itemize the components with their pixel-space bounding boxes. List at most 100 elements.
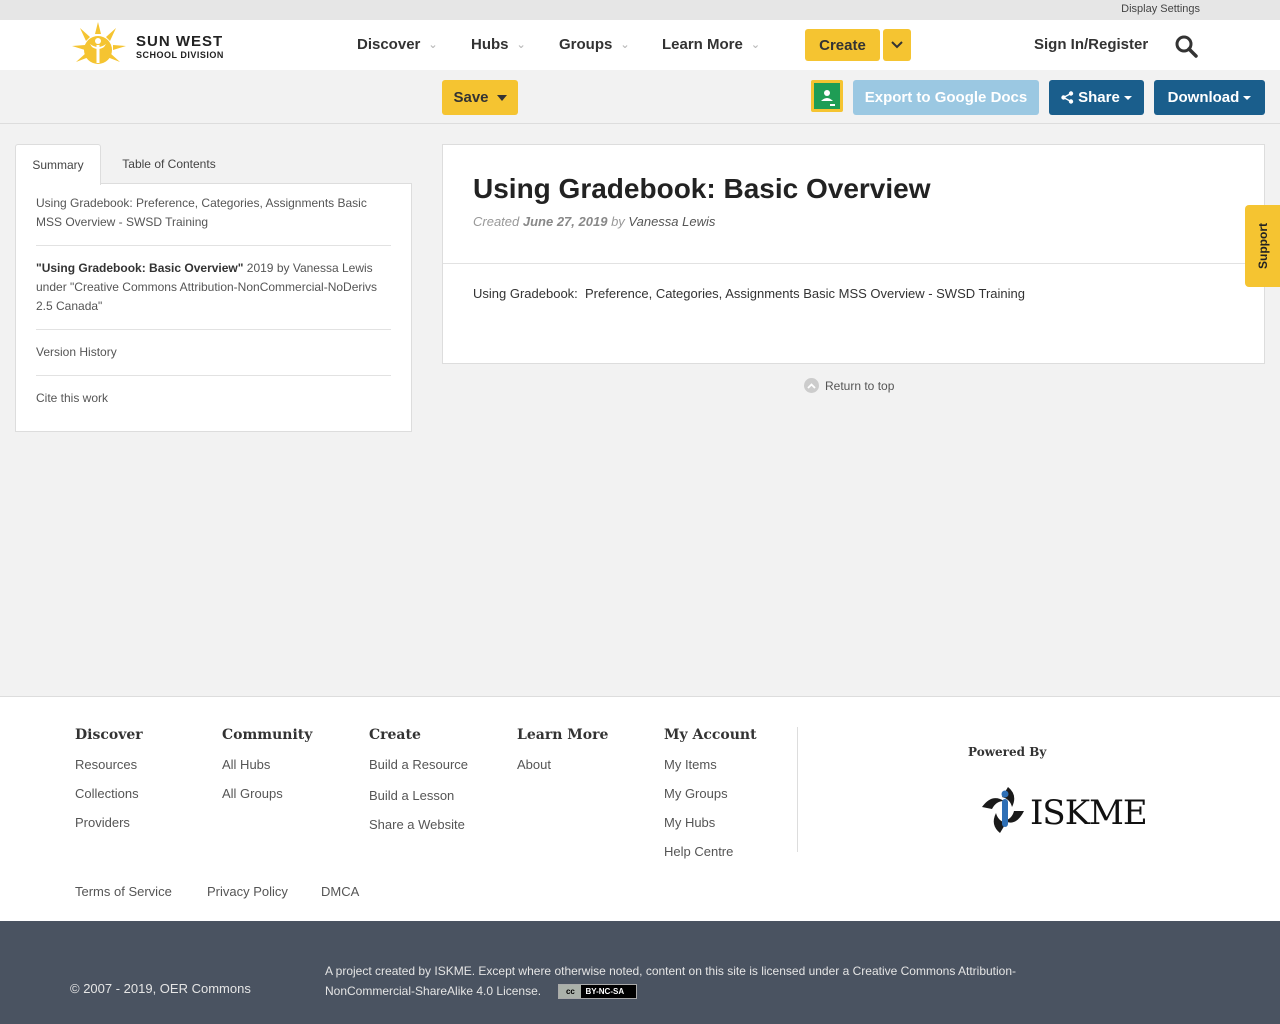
footer-link-help-centre[interactable]: Help Centre bbox=[664, 844, 757, 873]
support-label: Support bbox=[1255, 223, 1270, 269]
powered-by-label: Powered By bbox=[968, 745, 1047, 759]
dmca-link[interactable]: DMCA bbox=[321, 884, 359, 899]
nav-hubs-label: Hubs bbox=[471, 36, 509, 53]
cc-badge-label: BY-NC-SA bbox=[585, 986, 625, 996]
cite-work-link[interactable]: Cite this work bbox=[36, 389, 391, 408]
nav-hubs[interactable]: Hubs ⌄ bbox=[471, 36, 526, 53]
save-label: Save bbox=[453, 89, 489, 106]
divider bbox=[36, 329, 391, 330]
resource-description: Using Gradebook: Preference, Categories,… bbox=[36, 196, 367, 229]
create-dropdown-button[interactable] bbox=[883, 29, 911, 61]
footer-col-learn-more: Learn More About bbox=[517, 727, 608, 786]
terms-of-service-link[interactable]: Terms of Service bbox=[75, 884, 172, 899]
footer-heading: Create bbox=[369, 727, 421, 743]
nav-groups-label: Groups bbox=[559, 36, 613, 53]
create-button[interactable]: Create bbox=[805, 29, 880, 61]
footer-link-build-lesson[interactable]: Build a Lesson bbox=[369, 788, 468, 817]
resource-toolbar: Save Export to Google Docs Share Downloa… bbox=[0, 70, 1280, 124]
nav-discover[interactable]: Discover ⌄ bbox=[357, 36, 438, 53]
license-text: A project created by ISKME. Except where… bbox=[325, 961, 1065, 1001]
site-header: SUN WEST SCHOOL DIVISION Discover ⌄ Hubs… bbox=[0, 20, 1280, 70]
privacy-policy-link[interactable]: Privacy Policy bbox=[207, 884, 288, 899]
export-google-docs-button[interactable]: Export to Google Docs bbox=[853, 80, 1039, 115]
footer-link-collections[interactable]: Collections bbox=[75, 786, 143, 815]
nav-learn-more-label: Learn More bbox=[662, 36, 743, 53]
footer-link-build-resource[interactable]: Build a Resource bbox=[369, 757, 468, 788]
footer-heading: My Account bbox=[664, 727, 757, 743]
footer-link-providers[interactable]: Providers bbox=[75, 815, 143, 844]
nav-groups[interactable]: Groups ⌄ bbox=[559, 36, 630, 53]
chevron-down-icon: ⌄ bbox=[516, 39, 526, 51]
share-button[interactable]: Share bbox=[1049, 80, 1144, 115]
created-meta: Created June 27, 2019 by Vanessa Lewis bbox=[473, 214, 715, 229]
footer-link-all-groups[interactable]: All Groups bbox=[222, 786, 312, 815]
share-icon bbox=[1061, 91, 1074, 104]
author-link[interactable]: Vanessa Lewis bbox=[628, 214, 715, 229]
divider bbox=[36, 375, 391, 376]
download-label: Download bbox=[1167, 89, 1240, 106]
footer-col-create: Create Build a Resource Build a Lesson S… bbox=[369, 727, 468, 846]
footer-link-my-items[interactable]: My Items bbox=[664, 757, 757, 786]
page-title: Using Gradebook: Basic Overview bbox=[473, 173, 931, 204]
footer-heading: Learn More bbox=[517, 727, 609, 743]
chevron-down-icon: ⌄ bbox=[428, 39, 438, 51]
footer-heading: Discover bbox=[75, 727, 143, 743]
google-classroom-button[interactable] bbox=[811, 80, 843, 112]
by-text: by bbox=[611, 214, 625, 229]
search-icon[interactable] bbox=[1174, 34, 1198, 58]
footer-divider bbox=[797, 727, 798, 852]
tab-summary[interactable]: Summary bbox=[15, 144, 101, 185]
attribution-text: "Using Gradebook: Basic Overview" 2019 b… bbox=[36, 259, 391, 316]
logo-subtitle: SCHOOL DIVISION bbox=[136, 50, 224, 60]
chevron-down-icon: ⌄ bbox=[620, 39, 630, 51]
caret-down-icon bbox=[496, 94, 507, 101]
tab-table-of-contents[interactable]: Table of Contents bbox=[109, 144, 229, 184]
bottom-bar: © 2007 - 2019, OER Commons A project cre… bbox=[0, 921, 1280, 1024]
footer-link-share-website[interactable]: Share a Website bbox=[369, 817, 468, 846]
footer-col-my-account: My Account My Items My Groups My Hubs He… bbox=[664, 727, 757, 873]
site-footer: Discover Resources Collections Providers… bbox=[0, 696, 1280, 921]
divider bbox=[36, 245, 391, 246]
display-settings-link[interactable]: Display Settings bbox=[1121, 3, 1200, 15]
sun-logo-icon bbox=[72, 22, 126, 64]
chevron-down-icon bbox=[891, 41, 903, 49]
nav-learn-more[interactable]: Learn More ⌄ bbox=[662, 36, 760, 53]
chevron-down-icon: ⌄ bbox=[750, 39, 761, 51]
save-button[interactable]: Save bbox=[442, 80, 518, 115]
iskme-logo[interactable]: ISKME bbox=[978, 781, 1153, 843]
summary-panel: Using Gradebook: Preference, Categories,… bbox=[15, 183, 412, 432]
resource-card: Using Gradebook: Basic Overview Created … bbox=[442, 144, 1265, 364]
resource-summary: Using Gradebook: Preference, Categories,… bbox=[473, 286, 1025, 301]
cc-logo-icon: cc bbox=[559, 985, 582, 999]
return-to-top-link[interactable]: Return to top bbox=[804, 378, 894, 393]
page-background bbox=[0, 432, 1280, 696]
footer-link-my-hubs[interactable]: My Hubs bbox=[664, 815, 757, 844]
support-tab[interactable]: Support bbox=[1245, 205, 1280, 287]
footer-link-all-hubs[interactable]: All Hubs bbox=[222, 757, 312, 786]
attribution-title: "Using Gradebook: Basic Overview" bbox=[36, 261, 244, 275]
share-label: Share bbox=[1078, 89, 1120, 106]
google-classroom-icon bbox=[814, 83, 840, 109]
footer-link-resources[interactable]: Resources bbox=[75, 757, 143, 786]
cc-license-badge[interactable]: cc BY-NC-SA bbox=[558, 984, 638, 1000]
sidebar-tabs: Summary Table of Contents bbox=[15, 144, 412, 185]
chevron-up-icon bbox=[804, 378, 819, 393]
nav-discover-label: Discover bbox=[357, 36, 421, 53]
divider bbox=[443, 263, 1264, 264]
footer-link-my-groups[interactable]: My Groups bbox=[664, 786, 757, 815]
top-strip: Display Settings bbox=[0, 0, 1280, 20]
footer-col-community: Community All Hubs All Groups bbox=[222, 727, 312, 815]
return-to-top-label: Return to top bbox=[825, 378, 895, 393]
download-button[interactable]: Download bbox=[1154, 80, 1265, 115]
iskme-wordmark: ISKME bbox=[1030, 793, 1148, 833]
footer-heading: Community bbox=[222, 727, 313, 743]
sign-in-register-link[interactable]: Sign In/Register bbox=[1034, 36, 1148, 53]
footer-link-about[interactable]: About bbox=[517, 757, 608, 786]
logo-title: SUN WEST bbox=[136, 33, 224, 50]
version-history-link[interactable]: Version History bbox=[36, 343, 391, 362]
caret-down-icon bbox=[1243, 95, 1252, 100]
license-statement: A project created by ISKME. Except where… bbox=[325, 964, 1017, 998]
sun-west-logo[interactable]: SUN WEST SCHOOL DIVISION bbox=[70, 20, 240, 70]
created-prefix: Created bbox=[473, 214, 520, 229]
caret-down-icon bbox=[1123, 95, 1132, 100]
